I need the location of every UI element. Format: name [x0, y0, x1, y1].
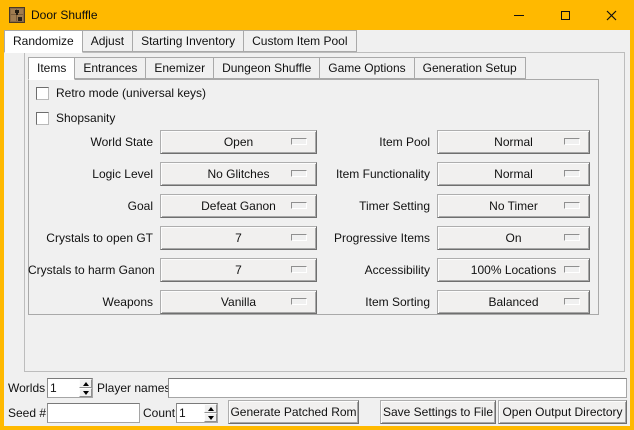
option-label: Item Pool [310, 135, 430, 149]
dropdown-indicator-icon [564, 266, 580, 273]
retro-mode-checkbox[interactable]: Retro mode (universal keys) [36, 86, 206, 100]
accessibility-dropdown[interactable]: 100% Locations [437, 258, 590, 282]
minimize-button[interactable] [496, 0, 542, 30]
maximize-button[interactable] [542, 0, 588, 30]
count-label: Count [143, 403, 175, 423]
option-label: Progressive Items [310, 231, 430, 245]
arrow-down-icon [83, 391, 89, 395]
option-label: Crystals to open GT [28, 231, 153, 245]
weapons-dropdown[interactable]: Vanilla [160, 290, 317, 314]
option-label: Logic Level [28, 167, 153, 181]
dropdown-indicator-icon [291, 234, 307, 241]
dropdown-indicator-icon [564, 298, 580, 305]
checkbox-icon[interactable] [36, 87, 49, 100]
option-label: Goal [28, 199, 153, 213]
save-settings-button[interactable]: Save Settings to File [380, 400, 496, 424]
window-body: Randomize Adjust Starting Inventory Cust… [4, 30, 630, 426]
goal-dropdown[interactable]: Defeat Ganon [160, 194, 317, 218]
shopsanity-checkbox[interactable]: Shopsanity [36, 111, 115, 125]
option-label: Accessibility [310, 263, 430, 277]
generate-patched-rom-button[interactable]: Generate Patched Rom [228, 400, 359, 424]
worlds-label: Worlds [8, 378, 45, 398]
open-output-directory-button[interactable]: Open Output Directory [498, 400, 627, 424]
minimize-icon [514, 15, 524, 16]
tab-items[interactable]: Items [28, 57, 75, 80]
item-sorting-dropdown[interactable]: Balanced [437, 290, 590, 314]
dropdown-indicator-icon [564, 202, 580, 209]
app-icon [9, 7, 25, 23]
tab-entrances[interactable]: Entrances [74, 57, 146, 79]
main-tab-bar: Randomize Adjust Starting Inventory Cust… [4, 30, 357, 53]
world-state-dropdown[interactable]: Open [160, 130, 317, 154]
tab-enemizer[interactable]: Enemizer [145, 57, 214, 79]
tab-game-options[interactable]: Game Options [319, 57, 414, 79]
tab-custom-item-pool[interactable]: Custom Item Pool [243, 30, 356, 52]
count-input[interactable] [177, 404, 204, 422]
close-button[interactable] [588, 0, 634, 30]
dropdown-indicator-icon [291, 266, 307, 273]
dropdown-indicator-icon [291, 170, 307, 177]
checkbox-icon[interactable] [36, 112, 49, 125]
item-pool-dropdown[interactable]: Normal [437, 130, 590, 154]
dropdown-indicator-icon [564, 138, 580, 145]
dropdown-indicator-icon [291, 138, 307, 145]
arrow-down-icon [208, 416, 214, 420]
count-spin-up-button[interactable] [204, 404, 217, 413]
option-label: Item Functionality [310, 167, 430, 181]
seed-label: Seed # [8, 403, 46, 423]
arrow-up-icon [83, 382, 89, 386]
timer-setting-dropdown[interactable]: No Timer [437, 194, 590, 218]
dropdown-indicator-icon [291, 202, 307, 209]
item-functionality-dropdown[interactable]: Normal [437, 162, 590, 186]
dropdown-indicator-icon [564, 170, 580, 177]
option-label: Crystals to harm Ganon [28, 263, 153, 277]
count-spinner[interactable] [176, 403, 218, 423]
worlds-spin-up-button[interactable] [79, 379, 92, 388]
worlds-spin-down-button[interactable] [79, 388, 92, 397]
close-icon [606, 10, 617, 21]
crystals-harm-ganon-dropdown[interactable]: 7 [160, 258, 317, 282]
seed-input[interactable] [47, 403, 140, 423]
crystals-open-gt-dropdown[interactable]: 7 [160, 226, 317, 250]
worlds-input[interactable] [48, 379, 79, 397]
option-label: Timer Setting [310, 199, 430, 213]
progressive-items-dropdown[interactable]: On [437, 226, 590, 250]
checkbox-label: Shopsanity [56, 111, 115, 125]
dropdown-indicator-icon [564, 234, 580, 241]
logic-level-dropdown[interactable]: No Glitches [160, 162, 317, 186]
checkbox-label: Retro mode (universal keys) [56, 86, 206, 100]
player-names-input[interactable] [168, 378, 627, 398]
window-title: Door Shuffle [31, 0, 98, 30]
maximize-icon [561, 11, 570, 20]
tab-dungeon-shuffle[interactable]: Dungeon Shuffle [213, 57, 320, 79]
app-window: Door Shuffle Randomize Adjust Starting I… [0, 0, 634, 430]
option-label: Weapons [28, 295, 153, 309]
player-names-label: Player names [97, 378, 170, 398]
tab-adjust[interactable]: Adjust [82, 30, 133, 52]
count-spin-down-button[interactable] [204, 413, 217, 422]
sub-tab-bar: Items Entrances Enemizer Dungeon Shuffle… [28, 57, 526, 80]
worlds-spinner[interactable] [47, 378, 93, 398]
option-label: Item Sorting [310, 295, 430, 309]
tab-randomize[interactable]: Randomize [4, 30, 83, 53]
tab-generation-setup[interactable]: Generation Setup [414, 57, 526, 79]
tab-starting-inventory[interactable]: Starting Inventory [132, 30, 244, 52]
dropdown-indicator-icon [291, 298, 307, 305]
arrow-up-icon [208, 407, 214, 411]
title-bar[interactable]: Door Shuffle [0, 0, 634, 30]
option-label: World State [28, 135, 153, 149]
